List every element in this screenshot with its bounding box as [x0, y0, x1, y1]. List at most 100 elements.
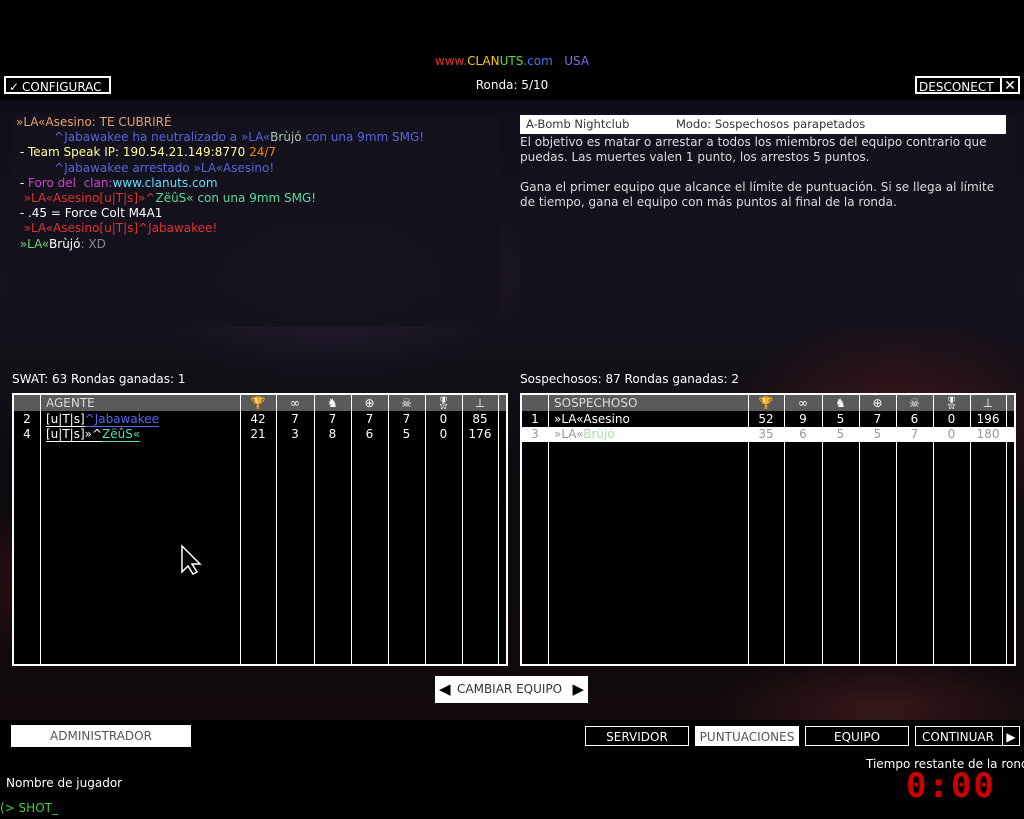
- description-paragraph-2: Gana el primer equipo que alcance el lím…: [520, 180, 995, 209]
- chat-line: - Foro del clan:www.clanuts.com: [16, 176, 500, 191]
- score-cell: 42: [250, 412, 266, 426]
- crosshair-icon: ⊕: [364, 396, 375, 410]
- scores-button[interactable]: PUNTUACIONES: [695, 726, 799, 746]
- mouse-cursor-icon: [181, 544, 202, 575]
- chat-log: »LA«Asesino: TE CUBRIRÉ ^Jabawakee ha ne…: [12, 115, 500, 327]
- chat-segment: »LA«Asesino[u|T|s]»^: [16, 190, 156, 205]
- score-cell: 0: [439, 427, 448, 441]
- chat-segment: Brùjó: [270, 130, 302, 145]
- chat-line: »LA«Brùjó: XD: [16, 237, 500, 252]
- chat-segment: : XD: [80, 236, 106, 251]
- player-name-label: Nombre de jugador: [6, 776, 123, 790]
- site-com: .com: [523, 54, 553, 68]
- scoreboard-row[interactable]: 1 »LA«Asesino 52 9 5 7 6 0 196: [522, 412, 1014, 428]
- player-name-text: ZëûS«: [102, 427, 141, 442]
- chat-segment: »LA«Asesino[u|T|s]^Jabawakee!: [16, 221, 218, 236]
- score-cell: 8: [328, 427, 337, 441]
- chat-segment: -: [16, 145, 28, 160]
- score-cell: 21: [250, 427, 266, 441]
- chat-line: - .45 = Force Colt M4A1: [16, 206, 500, 221]
- chat-segment: - .45 = Force Colt M4A1: [16, 206, 163, 221]
- player-name: »LA«Asesino: [554, 412, 630, 426]
- score-cell: 5: [402, 427, 411, 441]
- score-cell: 0: [439, 412, 448, 426]
- arrow-right-icon: ▶: [572, 680, 584, 698]
- chat-segment: Brùjó: [49, 236, 81, 251]
- score-cell: 52: [758, 412, 774, 426]
- suspects-scoreboard: SOSPECHOSO 🏆 ∞ ♞ ⊕ ☠ 🎖 ⊥ 1 »LA«Asesino 52 9 5 7 6 0 196 3…: [520, 393, 1016, 666]
- score-cell: 0: [947, 412, 956, 426]
- handcuffs-icon: ∞: [290, 396, 300, 410]
- site-banner: www.CLANUTS.com USA: [0, 54, 1024, 68]
- player-name: [u|T|s]»^ZëûS«: [46, 427, 141, 442]
- chat-segment: »LA«Asesino: TE CUBRIRÉ: [16, 115, 172, 129]
- skull-icon: ☠: [909, 396, 920, 410]
- player-name: »LA«Brùjó: [554, 427, 615, 441]
- table-header: AGENTE 🏆 ∞ ♞ ⊕ ☠ 🎖 ⊥: [14, 395, 506, 411]
- console-prompt[interactable]: (> SHOT_: [0, 801, 58, 815]
- column-header-name: AGENTE: [46, 396, 95, 410]
- player-number: 3: [531, 427, 539, 441]
- clan-tag: [u|T|s]»^: [46, 427, 103, 442]
- chat-segment: -: [16, 175, 28, 190]
- score-cell: 180: [976, 427, 1000, 441]
- chat-line: ^Jabawakee arrestado »LA«Asesino!: [16, 161, 500, 176]
- round-counter: Ronda: 5/10: [475, 78, 549, 92]
- scoreboard-row[interactable]: 3 »LA«Brùjó 35 6 5 5 7 0 180: [522, 427, 1014, 442]
- score-cell: 0: [947, 427, 956, 441]
- suspects-title: Sospechosos: 87 Rondas ganadas: 2: [520, 372, 739, 386]
- arrow-right-icon: ▶: [1002, 727, 1019, 745]
- trophy-icon: 🏆: [250, 396, 266, 410]
- chat-line: »LA«Asesino[u|T|s]^Jabawakee!: [16, 221, 500, 236]
- kneeling-figure-icon: ♞: [327, 396, 338, 410]
- game-mode: Modo: Sospechosos parapetados: [676, 117, 866, 131]
- server-button[interactable]: SERVIDOR: [585, 726, 689, 746]
- change-team-button[interactable]: ◀ CAMBIAR EQUIPO ▶: [435, 676, 588, 703]
- site-country: USA: [564, 54, 590, 68]
- score-cell: 7: [328, 412, 337, 426]
- column-header-name: SOSPECHOSO: [554, 396, 638, 410]
- medal-icon: 🎖: [943, 396, 960, 410]
- player-number: 4: [23, 427, 31, 441]
- chat-segment: ZëûS« con una 9mm SMG!: [155, 190, 317, 205]
- disconnect-button[interactable]: DESCONECT ✕: [915, 76, 1020, 94]
- score-cell: 6: [365, 427, 374, 441]
- score-cell: 85: [472, 412, 488, 426]
- chat-lines: »LA«Asesino: TE CUBRIRÉ ^Jabawakee ha ne…: [12, 115, 500, 251]
- score-cell: 5: [873, 427, 882, 441]
- network-icon: ⊥: [474, 396, 486, 410]
- table-header: SOSPECHOSO 🏆 ∞ ♞ ⊕ ☠ 🎖 ⊥: [522, 395, 1014, 411]
- chat-segment: ^Jabawakee ha neutralizado a »LA«: [16, 130, 271, 145]
- player-name-text: Brùjó: [583, 427, 615, 441]
- continue-button[interactable]: CONTINUAR ▶: [915, 726, 1020, 746]
- chat-segment: ^Jabawakee arrestado »LA«Asesino!: [16, 160, 275, 175]
- score-cell: 5: [836, 412, 845, 426]
- crosshair-icon: ⊕: [872, 396, 883, 410]
- map-name: A-Bomb Nightclub: [526, 117, 630, 131]
- site-www: www.: [434, 54, 468, 68]
- chat-segment: 24/7: [249, 145, 277, 160]
- handcuffs-icon: ∞: [798, 396, 808, 410]
- site-uts: UTS: [499, 54, 524, 68]
- change-team-label: CAMBIAR EQUIPO: [457, 682, 563, 696]
- score-cell: 6: [910, 412, 919, 426]
- medal-icon: 🎖: [435, 396, 452, 410]
- scoreboard-row[interactable]: 2 [u|T|s]^Jabawakee 42 7 7 7 7 0 85: [14, 412, 506, 427]
- chat-segment: Team Speak IP: 190.54.21.149:8770: [27, 145, 250, 160]
- chat-line: »LA«Asesino[u|T|s]»^ZëûS« con una 9mm SM…: [16, 191, 500, 206]
- swat-scoreboard: AGENTE 🏆 ∞ ♞ ⊕ ☠ 🎖 ⊥ 2 [u|T|s]^Jabawakee 42 7 7 7 7 0 85…: [12, 393, 508, 666]
- network-icon: ⊥: [982, 396, 994, 410]
- chat-line: ^Jabawakee ha neutralizado a »LA«Brùjó c…: [16, 130, 500, 145]
- map-info-panel: A-Bomb Nightclub Modo: Sospechosos parap…: [520, 115, 1016, 327]
- score-cell: 9: [799, 412, 807, 426]
- team-button[interactable]: EQUIPO: [805, 726, 909, 746]
- score-cell: 7: [402, 412, 411, 426]
- skull-icon: ☠: [401, 396, 412, 410]
- site-clan: CLAN: [467, 54, 500, 68]
- player-name-text: »LA«Asesino: [554, 412, 630, 426]
- player-name: [u|T|s]^Jabawakee: [46, 412, 160, 427]
- scoreboard-row[interactable]: 4 [u|T|s]»^ZëûS« 21 3 8 6 5 0 176: [14, 427, 506, 442]
- mode-description: El objetivo es matar o arrestar a todos …: [520, 135, 1010, 210]
- admin-button[interactable]: ADMINISTRADOR: [11, 725, 191, 747]
- clan-tag: [u|T|s]: [46, 412, 85, 427]
